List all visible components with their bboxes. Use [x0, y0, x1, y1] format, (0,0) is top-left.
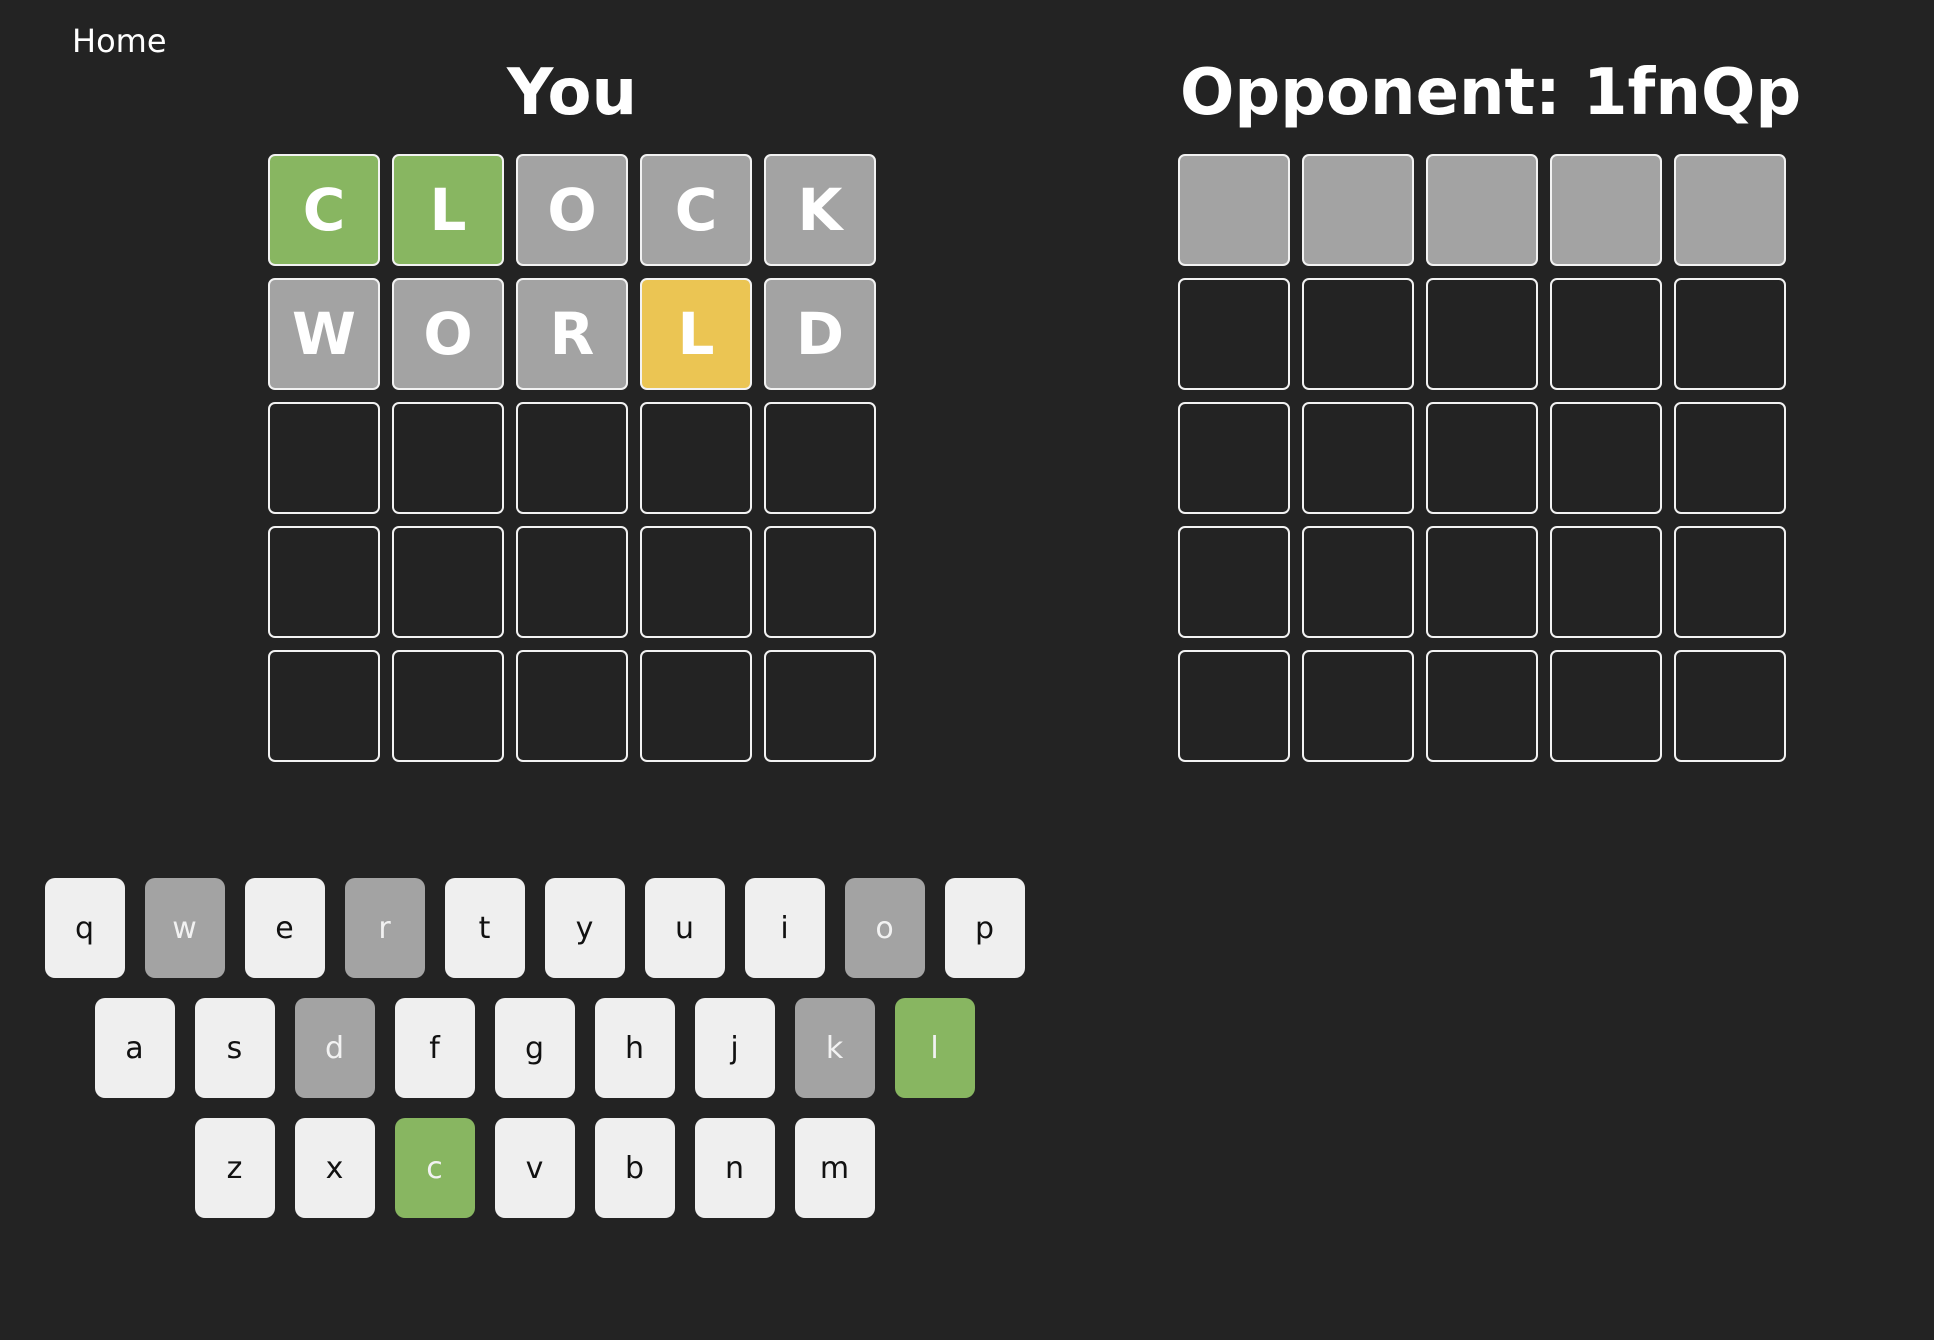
player-tile-r5-c3 [516, 650, 628, 762]
opponent-tile-r2-c3 [1426, 278, 1538, 390]
player-tile-r5-c4 [640, 650, 752, 762]
key-r[interactable]: r [344, 878, 425, 978]
opponent-tile-r1-c4 [1550, 154, 1662, 266]
player-tile-r2-c1: W [268, 278, 380, 390]
opponent-tile-r4-c4 [1550, 526, 1662, 638]
player-tile-r5-c2 [392, 650, 504, 762]
opponent-tile-r3-c1 [1178, 402, 1290, 514]
player-tile-r3-c1 [268, 402, 380, 514]
opponent-tile-r3-c5 [1674, 402, 1786, 514]
key-f[interactable]: f [394, 998, 475, 1098]
player-tile-r3-c4 [640, 402, 752, 514]
opponent-board-title: Opponent: 1fnQp [1180, 56, 1802, 130]
player-tile-r2-c5: D [764, 278, 876, 390]
player-tile-r3-c5 [764, 402, 876, 514]
key-i[interactable]: i [744, 878, 825, 978]
player-tile-r1-c2: L [392, 154, 504, 266]
key-c[interactable]: c [394, 1118, 475, 1218]
opponent-tile-r3-c2 [1302, 402, 1414, 514]
opponent-tile-r1-c5 [1674, 154, 1786, 266]
opponent-tile-r2-c1 [1178, 278, 1290, 390]
opponent-tile-r4-c5 [1674, 526, 1786, 638]
key-m[interactable]: m [794, 1118, 875, 1218]
keyboard-row-1: qwertyuiop [0, 878, 1069, 978]
player-tile-r2-c3: R [516, 278, 628, 390]
key-k[interactable]: k [794, 998, 875, 1098]
player-tile-r5-c5 [764, 650, 876, 762]
opponent-tile-r5-c1 [1178, 650, 1290, 762]
key-l[interactable]: l [894, 998, 975, 1098]
opponent-tile-r5-c2 [1302, 650, 1414, 762]
key-d[interactable]: d [294, 998, 375, 1098]
key-e[interactable]: e [244, 878, 325, 978]
opponent-tile-r4-c2 [1302, 526, 1414, 638]
on-screen-keyboard: qwertyuiop asdfghjkl zxcvbnm [0, 878, 1069, 1238]
opponent-tile-r4-c3 [1426, 526, 1538, 638]
key-v[interactable]: v [494, 1118, 575, 1218]
key-z[interactable]: z [194, 1118, 275, 1218]
key-h[interactable]: h [594, 998, 675, 1098]
player-tile-r4-c5 [764, 526, 876, 638]
player-tile-r3-c2 [392, 402, 504, 514]
opponent-tile-r4-c1 [1178, 526, 1290, 638]
player-tile-r4-c1 [268, 526, 380, 638]
key-t[interactable]: t [444, 878, 525, 978]
key-o[interactable]: o [844, 878, 925, 978]
opponent-tile-r2-c2 [1302, 278, 1414, 390]
keyboard-row-3: zxcvbnm [0, 1118, 1069, 1218]
keyboard-row-2: asdfghjkl [0, 998, 1069, 1098]
player-tile-r3-c3 [516, 402, 628, 514]
opponent-tile-r5-c3 [1426, 650, 1538, 762]
opponent-tile-r1-c3 [1426, 154, 1538, 266]
player-tile-r1-c1: C [268, 154, 380, 266]
key-a[interactable]: a [94, 998, 175, 1098]
opponent-tile-r2-c4 [1550, 278, 1662, 390]
player-tile-r1-c4: C [640, 154, 752, 266]
home-link[interactable]: Home [72, 22, 167, 60]
opponent-tile-r3-c4 [1550, 402, 1662, 514]
player-tile-r4-c2 [392, 526, 504, 638]
opponent-tile-r1-c1 [1178, 154, 1290, 266]
opponent-tile-r1-c2 [1302, 154, 1414, 266]
opponent-board [1178, 154, 1786, 762]
key-w[interactable]: w [144, 878, 225, 978]
key-s[interactable]: s [194, 998, 275, 1098]
player-tile-r2-c2: O [392, 278, 504, 390]
player-tile-r1-c3: O [516, 154, 628, 266]
opponent-tile-r5-c5 [1674, 650, 1786, 762]
key-u[interactable]: u [644, 878, 725, 978]
key-b[interactable]: b [594, 1118, 675, 1218]
opponent-tile-r3-c3 [1426, 402, 1538, 514]
key-p[interactable]: p [944, 878, 1025, 978]
key-g[interactable]: g [494, 998, 575, 1098]
player-tile-r5-c1 [268, 650, 380, 762]
key-j[interactable]: j [694, 998, 775, 1098]
player-board-title: You [507, 56, 637, 130]
opponent-tile-r5-c4 [1550, 650, 1662, 762]
player-board: CLOCKWORLD [268, 154, 876, 762]
key-n[interactable]: n [694, 1118, 775, 1218]
player-tile-r4-c3 [516, 526, 628, 638]
player-tile-r2-c4: L [640, 278, 752, 390]
player-tile-r1-c5: K [764, 154, 876, 266]
key-y[interactable]: y [544, 878, 625, 978]
player-tile-r4-c4 [640, 526, 752, 638]
key-x[interactable]: x [294, 1118, 375, 1218]
opponent-tile-r2-c5 [1674, 278, 1786, 390]
key-q[interactable]: q [44, 878, 125, 978]
